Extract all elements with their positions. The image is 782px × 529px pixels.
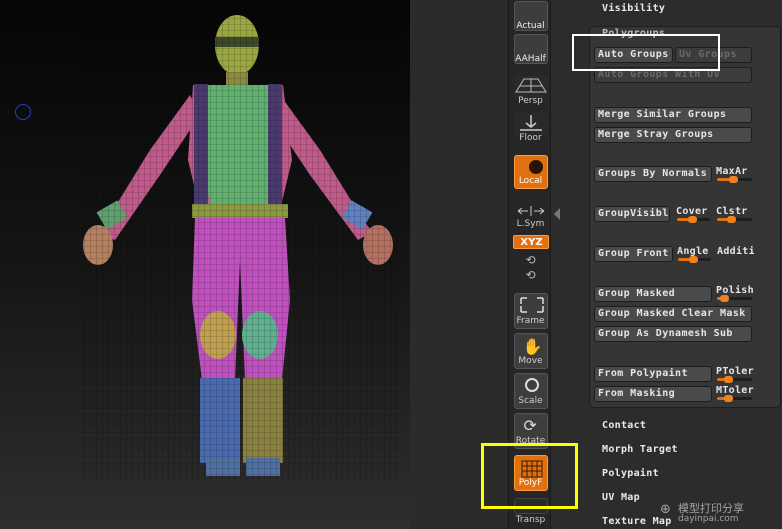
floor-label: Floor (519, 133, 542, 143)
lsym-button[interactable]: L.Sym (512, 205, 549, 229)
polish-slider[interactable]: Polish (716, 285, 754, 303)
auto-groups-highlight (572, 34, 720, 71)
visibility-header[interactable]: Visibility (602, 3, 665, 14)
frame-label: Frame (516, 316, 545, 326)
group-as-dynamesh-sub-button[interactable]: Group As Dynamesh Sub (594, 326, 752, 342)
additive-label: Additi (717, 246, 754, 257)
groups-by-normals-button[interactable]: Groups By Normals (594, 166, 712, 182)
character-mesh (80, 10, 400, 480)
clstr-slider[interactable]: Clstr (716, 206, 754, 224)
additive-toggle[interactable]: Additi (717, 246, 754, 264)
scale-label: Scale (518, 396, 543, 406)
merge-stray-groups-button[interactable]: Merge Stray Groups (594, 127, 752, 143)
ptolerance-knob[interactable] (723, 376, 733, 383)
ptolerance-label: PToler (716, 366, 754, 377)
actual-label: Actual (516, 21, 545, 31)
scale-button[interactable]: Scale (512, 373, 549, 409)
angle-slider[interactable]: Angle (677, 246, 713, 264)
symmetry-icon (513, 205, 548, 219)
local-label: Local (518, 176, 543, 186)
group-masked-clear-mask-button[interactable]: Group Masked Clear Mask (594, 306, 752, 322)
coverage-knob[interactable] (687, 216, 697, 223)
watermark: ⊕ 模型打印分享 dayinpai.com (660, 498, 782, 528)
rotate-z-icon: ⟲ (525, 268, 536, 282)
xyz-icon: XYZ (512, 235, 549, 249)
from-masking-button[interactable]: From Masking (594, 386, 712, 402)
move-label: Move (518, 356, 543, 366)
tool-palette: Visibility Polygroups Auto Groups Uv Gro… (565, 0, 782, 529)
persp-button[interactable]: Persp (512, 76, 549, 106)
frame-button[interactable]: Frame (512, 293, 549, 329)
uv-map-header[interactable]: UV Map (602, 492, 640, 503)
aahalf-label: AAHalf (515, 54, 546, 64)
watermark-line2: dayinpai.com (678, 514, 739, 524)
aahalf-button[interactable]: AAHalf (512, 34, 549, 64)
clstr-knob[interactable] (727, 216, 736, 223)
merge-similar-groups-button[interactable]: Merge Similar Groups (594, 107, 752, 123)
perspective-grid-icon (513, 76, 548, 98)
rotate-y-icon: ⟲ (525, 253, 536, 267)
collapse-arrow-icon[interactable] (554, 208, 560, 220)
contact-header[interactable]: Contact (602, 420, 646, 431)
xyz-button[interactable]: XYZ (512, 235, 549, 249)
maxangle-knob[interactable] (728, 176, 738, 183)
group-front-button[interactable]: Group Front (594, 246, 673, 262)
from-polypaint-button[interactable]: From Polypaint (594, 366, 712, 382)
clstr-label: Clstr (716, 206, 748, 217)
xyz-label: XYZ (520, 237, 543, 248)
3d-viewport[interactable] (0, 0, 410, 529)
floor-button[interactable]: Floor (512, 113, 549, 143)
local-button[interactable]: Local (512, 155, 549, 189)
polish-knob[interactable] (720, 295, 729, 302)
coverage-slider[interactable]: Cover (676, 206, 712, 224)
rotate-axis-icons[interactable]: ⟲ ⟲ (512, 253, 549, 283)
group-masked-button[interactable]: Group Masked (594, 286, 712, 302)
mtolerance-label: MToler (716, 385, 754, 396)
groupvisible-button[interactable]: GroupVisible (594, 206, 670, 222)
polypaint-header[interactable]: Polypaint (602, 468, 659, 479)
ptolerance-slider[interactable]: PToler (716, 366, 754, 384)
angle-knob[interactable] (688, 256, 698, 263)
watermark-logo-icon: ⊕ (660, 502, 671, 517)
mtolerance-knob[interactable] (723, 395, 733, 402)
maxangle-slider[interactable]: MaxAr (716, 166, 754, 184)
lsym-label: L.Sym (516, 219, 545, 229)
mtolerance-slider[interactable]: MToler (716, 385, 754, 403)
rotate-button[interactable]: ⟳ Rotate (512, 413, 549, 449)
move-button[interactable]: ✋ Move (512, 333, 549, 369)
persp-label: Persp (518, 96, 543, 106)
morph-target-header[interactable]: Morph Target (602, 444, 678, 455)
polyf-highlight (481, 443, 578, 509)
floor-icon (513, 113, 548, 135)
polygroups-subpalette: Polygroups Auto Groups Uv Groups Auto Gr… (589, 26, 781, 408)
actual-button[interactable]: Actual (512, 1, 549, 31)
transp-label: Transp (515, 515, 546, 525)
